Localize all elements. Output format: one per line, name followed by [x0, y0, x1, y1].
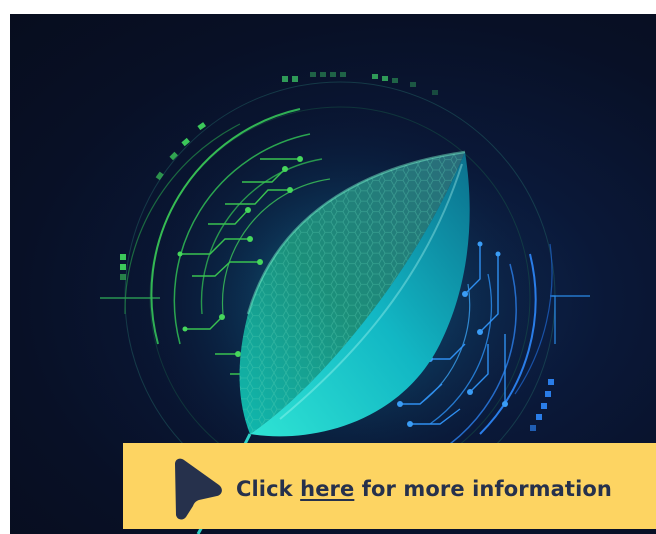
more-info-link[interactable]: here [300, 477, 354, 501]
banner-prefix: Click [236, 477, 301, 501]
page-frame: Click here for more information [0, 0, 656, 534]
info-banner: Click here for more information [123, 443, 656, 529]
pointer-arrow-icon [175, 458, 222, 520]
banner-suffix: for more information [354, 477, 612, 501]
banner-message: Click here for more information [236, 477, 612, 501]
